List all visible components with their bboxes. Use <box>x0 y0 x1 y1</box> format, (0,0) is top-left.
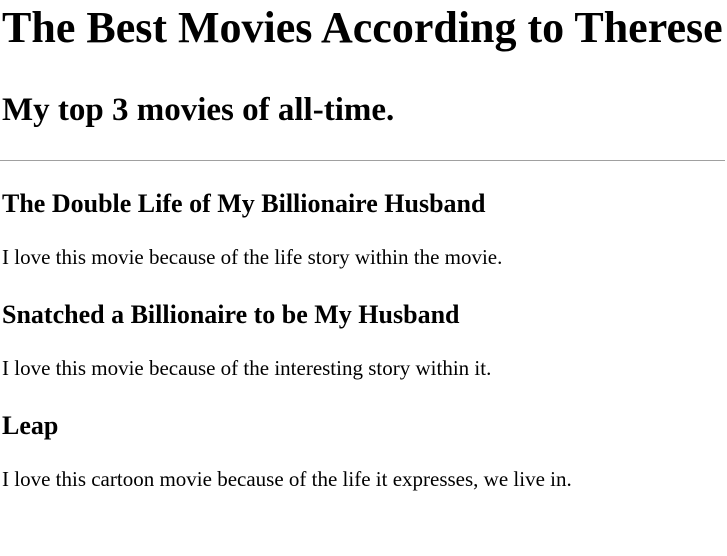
movie-title: The Double Life of My Billionaire Husban… <box>2 189 486 218</box>
movie-title: Leap <box>2 411 59 440</box>
movie-entry: Snatched a Billionaire to be My Husband … <box>2 299 727 382</box>
movie-description: I love this movie because of the life st… <box>2 245 503 269</box>
divider <box>0 160 725 161</box>
movie-entry: Leap I love this cartoon movie because o… <box>2 410 727 493</box>
page-title: The Best Movies According to Therese <box>2 3 723 52</box>
movie-entry: The Double Life of My Billionaire Husban… <box>2 188 727 271</box>
page-subtitle: My top 3 movies of all-time. <box>2 92 395 128</box>
movie-description: I love this cartoon movie because of the… <box>2 467 572 491</box>
movie-description: I love this movie because of the interes… <box>2 356 492 380</box>
movie-title: Snatched a Billionaire to be My Husband <box>2 300 460 329</box>
page: The Best Movies According to Therese My … <box>0 0 727 556</box>
